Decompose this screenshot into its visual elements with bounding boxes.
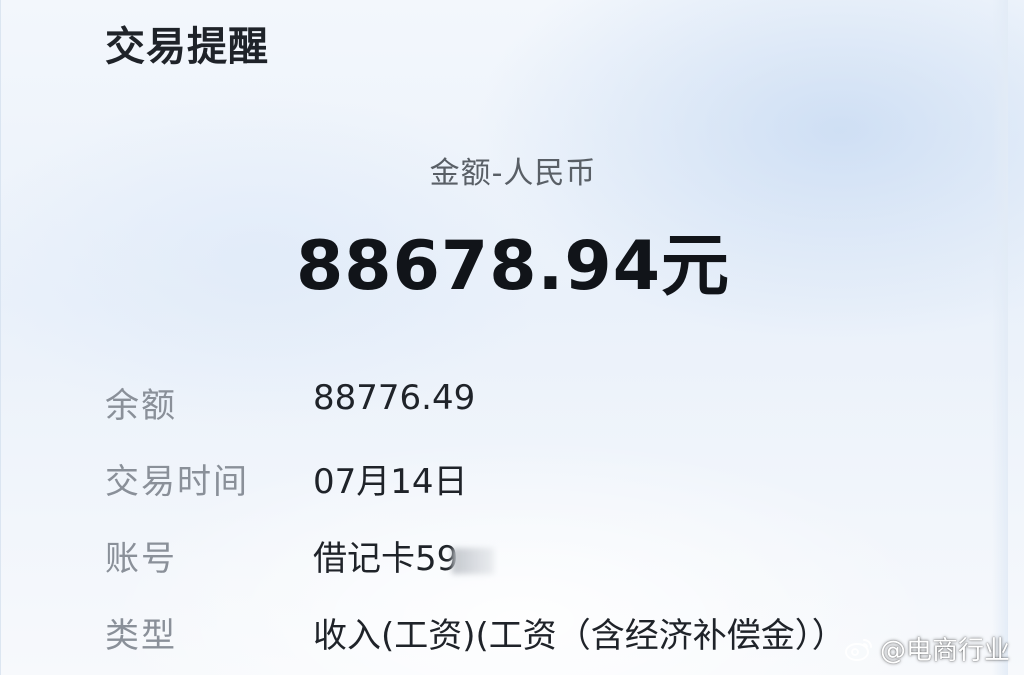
account-value-wrap: 借记卡59	[313, 531, 495, 580]
page-title: 交易提醒	[105, 24, 269, 70]
amount-value: 88678.94元	[295, 227, 731, 306]
type-value: 收入(工资)(工资（含经济补偿金））	[313, 616, 846, 656]
detail-row-account: 账号 借记卡59	[105, 531, 965, 583]
detail-row-time: 交易时间 07月14日	[105, 454, 965, 506]
detail-row-type: 类型 收入(工资)(工资（含经济补偿金））	[105, 608, 965, 660]
watermark-text: @电商行业	[879, 636, 1010, 666]
card-edge	[992, 0, 1008, 675]
balance-value: 88776.49	[313, 378, 476, 418]
masked-digits	[452, 547, 495, 574]
account-value: 借记卡59	[313, 539, 459, 579]
time-label: 交易时间	[105, 462, 249, 502]
balance-label: 余额	[105, 386, 177, 426]
transaction-card: 交易提醒 金额-人民币 88678.94元 余额 88776.49 交易时间 0…	[0, 0, 1024, 675]
amount-caption: 金额-人民币	[429, 156, 597, 191]
type-label: 类型	[105, 616, 177, 656]
time-value: 07月14日	[313, 462, 468, 502]
account-label: 账号	[105, 539, 177, 579]
detail-row-balance: 余额 88776.49	[105, 378, 965, 430]
weibo-icon	[844, 638, 872, 661]
watermark: @电商行业	[844, 630, 1010, 667]
